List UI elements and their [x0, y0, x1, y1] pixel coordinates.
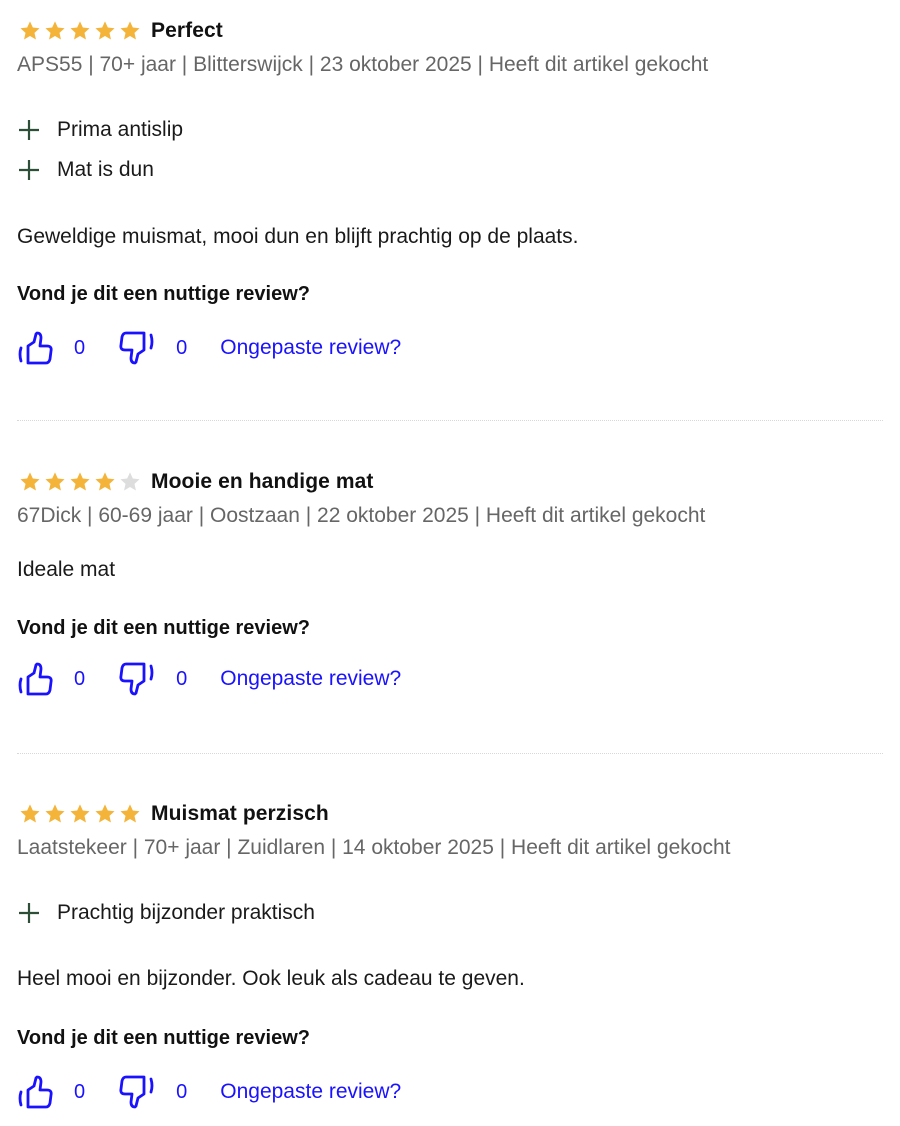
review-header: Perfect: [17, 16, 883, 46]
pros-list: Prachtig bijzonder praktisch: [17, 893, 883, 933]
thumbs-up-icon: [18, 662, 53, 696]
review-title: Muismat perzisch: [151, 802, 329, 825]
thumbs-down-button[interactable]: 0: [119, 659, 187, 699]
review-meta: 67Dick | 60-69 jaar | Oostzaan | 22 okto…: [17, 504, 706, 527]
thumbs-up-icon: [18, 331, 53, 365]
thumbs-down-button[interactable]: 0: [119, 328, 187, 368]
report-review-link[interactable]: Ongepaste review?: [220, 667, 401, 691]
star-rating: [19, 803, 141, 825]
thumbs-down-icon: [119, 331, 154, 365]
star-filled-icon: [70, 804, 90, 823]
helpful-question: Vond je dit een nuttige review?: [17, 617, 310, 639]
dislike-count: 0: [176, 336, 188, 359]
like-count: 0: [74, 336, 86, 359]
helpful-question: Vond je dit een nuttige review?: [17, 1027, 310, 1049]
review-meta: APS55 | 70+ jaar | Blitterswijck | 23 ok…: [17, 53, 709, 76]
thumbs-up-button[interactable]: 0: [17, 328, 85, 368]
star-rating: [19, 20, 141, 42]
review-item: Muismat perzisch Laatstekeer | 70+ jaar …: [17, 754, 883, 1114]
star-filled-icon: [70, 21, 90, 40]
star-rating: [19, 471, 141, 493]
thumbs-up-icon: [18, 1075, 53, 1109]
review-list: Perfect APS55 | 70+ jaar | Blitterswijck…: [0, 0, 883, 1114]
review-title: Mooie en handige mat: [151, 470, 374, 493]
report-review-link[interactable]: Ongepaste review?: [220, 336, 401, 360]
review-text: Heel mooi en bijzonder. Ook leuk als cad…: [17, 967, 525, 990]
dislike-count: 0: [176, 667, 188, 690]
pro-item: Prima antislip: [17, 110, 883, 150]
review-header: Muismat perzisch: [17, 799, 883, 829]
star-filled-icon: [45, 804, 65, 823]
report-review-link[interactable]: Ongepaste review?: [220, 1080, 401, 1104]
star-filled-icon: [70, 472, 90, 491]
thumbs-down-button[interactable]: 0: [119, 1072, 187, 1112]
thumbs-up-button[interactable]: 0: [17, 659, 85, 699]
plus-icon: [19, 120, 39, 140]
pros-list: Prima antislip Mat is dun: [17, 110, 883, 190]
dislike-count: 0: [176, 1080, 188, 1103]
like-count: 0: [74, 667, 86, 690]
pro-item: Prachtig bijzonder praktisch: [17, 893, 883, 933]
review-meta: Laatstekeer | 70+ jaar | Zuidlaren | 14 …: [17, 836, 731, 859]
star-filled-icon: [120, 21, 140, 40]
review-item: Perfect APS55 | 70+ jaar | Blitterswijck…: [17, 0, 883, 420]
review-text: Geweldige muismat, mooi dun en blijft pr…: [17, 225, 579, 248]
review-actions: 0 0 Ongepaste review?: [17, 1070, 883, 1114]
pro-text: Mat is dun: [57, 158, 154, 181]
pro-item: Mat is dun: [17, 150, 883, 190]
star-filled-icon: [20, 472, 40, 491]
star-filled-icon: [95, 472, 115, 491]
review-item: Mooie en handige mat 67Dick | 60-69 jaar…: [17, 421, 883, 753]
star-filled-icon: [45, 472, 65, 491]
star-filled-icon: [120, 804, 140, 823]
thumbs-down-icon: [119, 1075, 154, 1109]
star-empty-icon: [120, 472, 140, 491]
thumbs-up-button[interactable]: 0: [17, 1072, 85, 1112]
like-count: 0: [74, 1080, 86, 1103]
review-header: Mooie en handige mat: [17, 467, 883, 497]
thumbs-down-icon: [119, 662, 154, 696]
plus-icon: [19, 160, 39, 180]
pro-text: Prachtig bijzonder praktisch: [57, 901, 315, 924]
star-filled-icon: [20, 21, 40, 40]
review-title: Perfect: [151, 19, 223, 42]
helpful-question: Vond je dit een nuttige review?: [17, 283, 310, 305]
star-filled-icon: [95, 21, 115, 40]
review-actions: 0 0 Ongepaste review?: [17, 326, 883, 370]
pro-text: Prima antislip: [57, 118, 184, 141]
review-actions: 0 0 Ongepaste review?: [17, 657, 883, 701]
star-filled-icon: [45, 21, 65, 40]
star-filled-icon: [95, 804, 115, 823]
plus-icon: [19, 903, 39, 923]
review-text: Ideale mat: [17, 558, 116, 581]
star-filled-icon: [20, 804, 40, 823]
